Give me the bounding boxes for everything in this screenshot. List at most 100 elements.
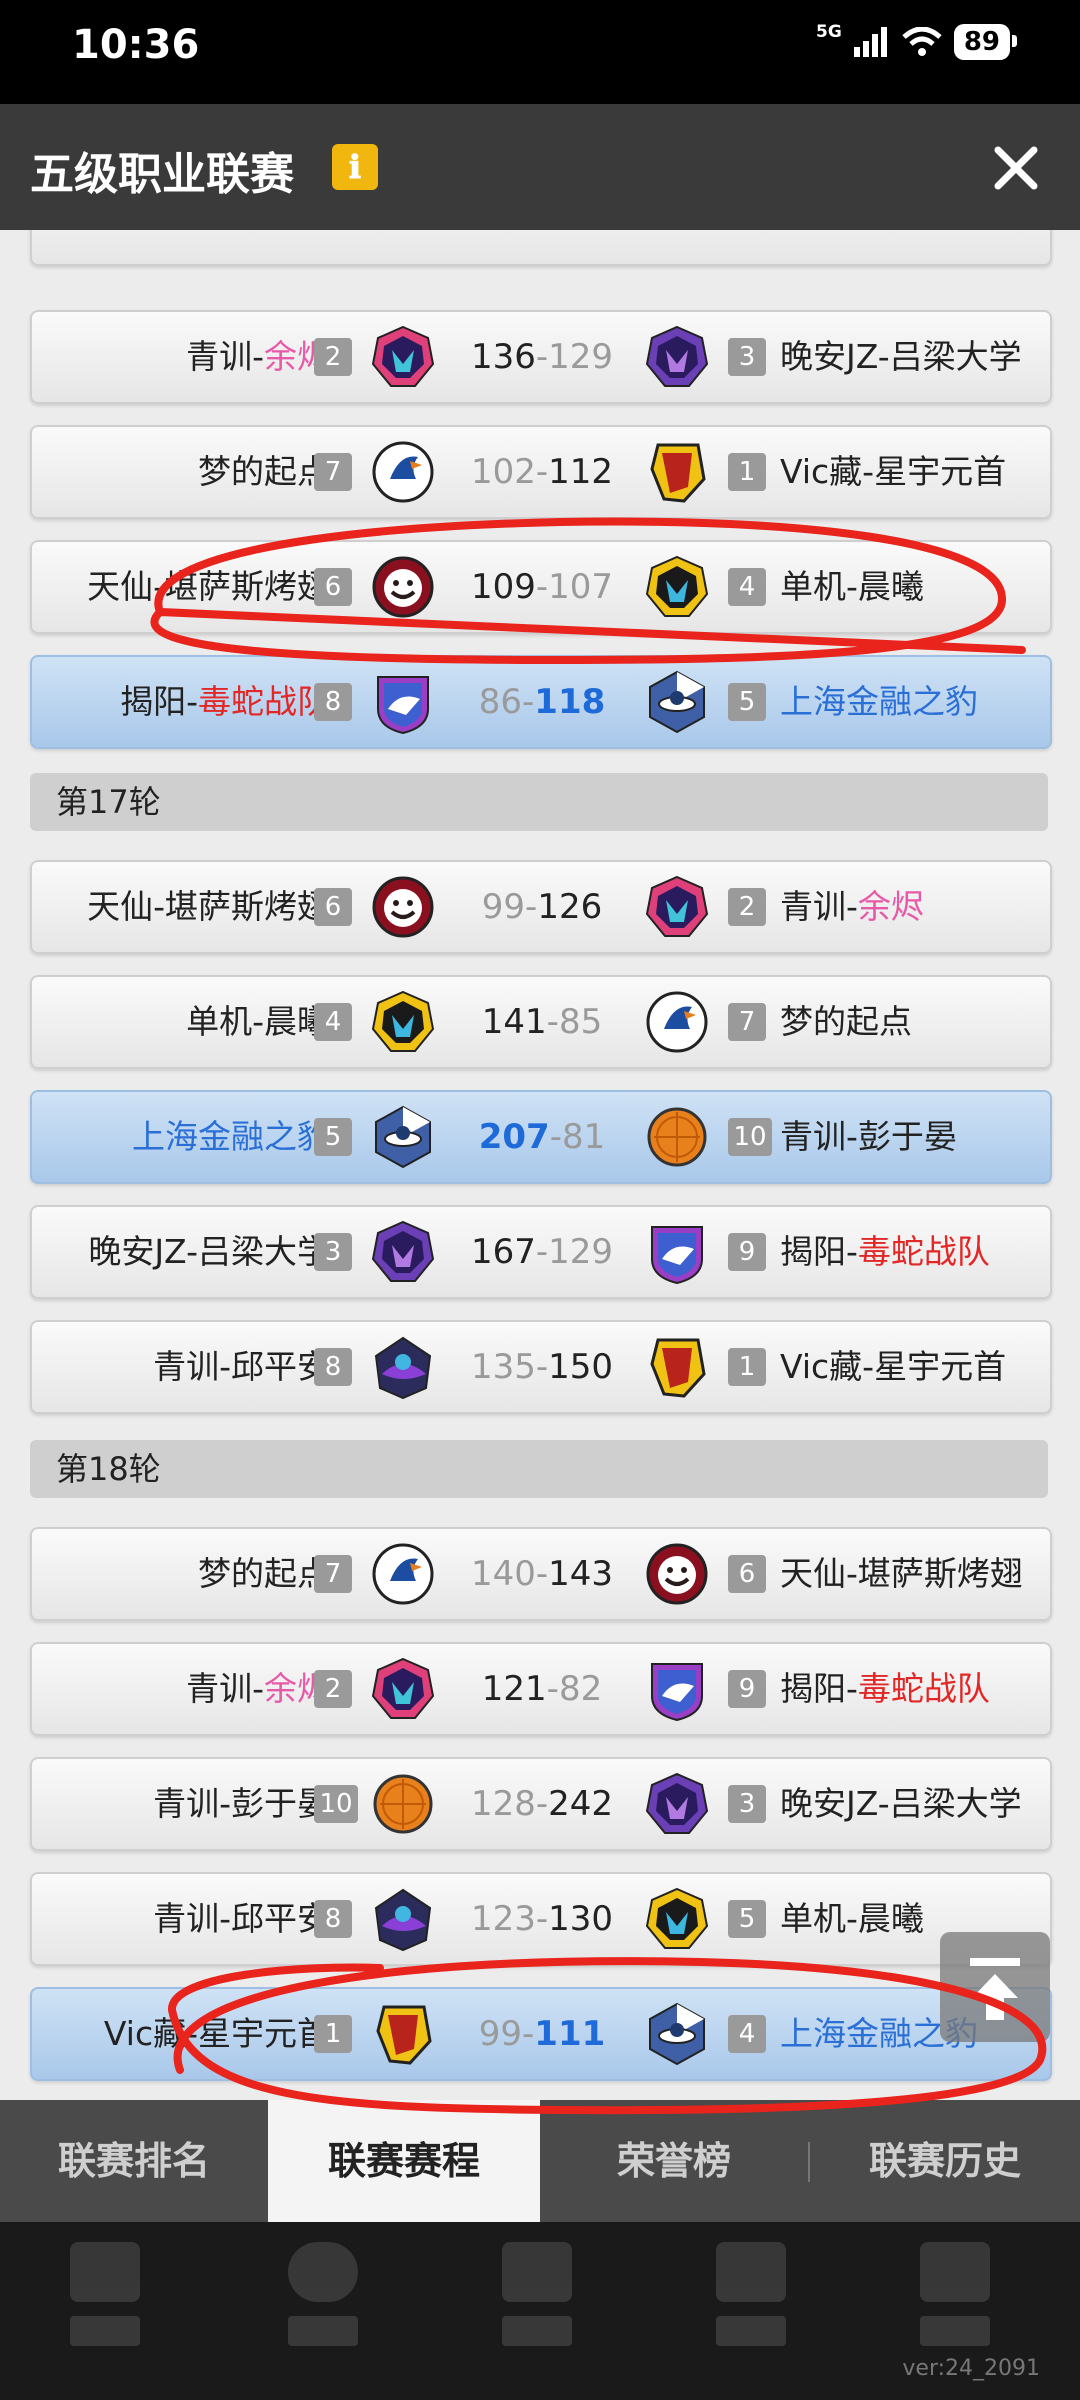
match-row[interactable]: 青训-余烬 2 136-129 3 晚安JZ-吕梁大学 <box>30 310 1052 404</box>
tab-league-history[interactable]: 联赛历史 <box>810 2100 1080 2222</box>
home-rank-badge: 5 <box>314 1118 352 1156</box>
home-team-name: 揭阳-毒蛇战队 <box>120 657 330 747</box>
match-row[interactable]: 天仙-堪萨斯烤翅 6 109-107 4 单机-晨曦 <box>30 540 1052 634</box>
match-row[interactable]: 揭阳-毒蛇战队 8 86-118 5 上海金融之豹 <box>30 655 1052 749</box>
dialog-header: 五级职业联赛 ℹ <box>0 104 1080 230</box>
match-score: 128-242 <box>462 1759 622 1849</box>
match-row-partial <box>30 230 1052 266</box>
away-team-logo-icon[interactable] <box>644 2001 710 2067</box>
away-team-logo-icon[interactable] <box>644 439 710 505</box>
home-rank-badge: 7 <box>314 1555 352 1593</box>
away-score: 130 <box>548 1899 614 1939</box>
home-team-logo-icon[interactable] <box>370 324 436 390</box>
match-row[interactable]: 单机-晨曦 4 141-85 7 梦的起点 <box>30 975 1052 1069</box>
status-bar: 10:36 5G 89 <box>0 0 1080 104</box>
home-team-logo-icon[interactable] <box>370 1886 436 1952</box>
home-rank-badge: 6 <box>314 888 352 926</box>
score-separator: - <box>535 452 549 492</box>
home-team-logo-icon[interactable] <box>370 1334 436 1400</box>
home-team-logo-icon[interactable] <box>370 439 436 505</box>
team-name-part: 单机-晨曦 <box>780 1899 924 1938</box>
home-team-logo-icon[interactable] <box>370 1541 436 1607</box>
score-separator: - <box>549 1117 562 1157</box>
home-rank-badge: 2 <box>314 1670 352 1708</box>
network-type: 5G <box>816 22 842 42</box>
away-rank-badge: 3 <box>728 338 766 376</box>
away-team-logo-icon[interactable] <box>644 554 710 620</box>
home-team-logo-icon[interactable] <box>370 1771 436 1837</box>
away-rank-badge: 9 <box>728 1233 766 1271</box>
match-row[interactable]: 青训-彭于晏 10 128-242 3 晚安JZ-吕梁大学 <box>30 1757 1052 1851</box>
away-rank-badge: 4 <box>728 568 766 606</box>
home-team-logo-icon[interactable] <box>370 989 436 1055</box>
away-rank-badge: 10 <box>728 1118 772 1156</box>
match-row[interactable]: 上海金融之豹 5 207-81 10 青训-彭于晏 <box>30 1090 1052 1184</box>
status-time: 10:36 <box>72 22 200 68</box>
version-label: ver:24_2091 <box>902 2356 1040 2381</box>
match-row[interactable]: 青训-余烬 2 121-82 9 揭阳-毒蛇战队 <box>30 1642 1052 1736</box>
home-team-logo-icon[interactable] <box>370 669 436 735</box>
tab-honor-roll[interactable]: 荣誉榜 <box>540 2100 808 2222</box>
away-team-name: 天仙-堪萨斯烤翅 <box>780 1529 1023 1619</box>
nav-item-faded <box>50 2242 160 2382</box>
away-team-logo-icon[interactable] <box>644 1219 710 1285</box>
away-team-logo-icon[interactable] <box>644 874 710 940</box>
schedule-list[interactable]: 青训-余烬 2 136-129 3 晚安JZ-吕梁大学 梦的起点 7 102-1… <box>0 230 1080 2100</box>
match-row[interactable]: 青训-邱平安 8 123-130 5 单机-晨曦 <box>30 1872 1052 1966</box>
team-name-part: 青训- <box>186 337 264 376</box>
home-score: 99 <box>478 2014 522 2054</box>
info-icon[interactable]: ℹ <box>332 144 378 190</box>
home-team-name: 青训-彭于晏 <box>153 1759 330 1849</box>
away-rank-badge: 1 <box>728 1348 766 1386</box>
match-score: 99-111 <box>462 1989 622 2079</box>
team-name-part: 晚安JZ-吕梁大学 <box>780 337 1022 376</box>
match-row[interactable]: 梦的起点 7 140-143 6 天仙-堪萨斯烤翅 <box>30 1527 1052 1621</box>
away-team-name: 青训-彭于晏 <box>780 1092 957 1182</box>
home-team-logo-icon[interactable] <box>370 1104 436 1170</box>
home-team-logo-icon[interactable] <box>370 554 436 620</box>
away-team-logo-icon[interactable] <box>644 1541 710 1607</box>
match-row[interactable]: 青训-邱平安 8 135-150 1 Vic藏-星宇元首 <box>30 1320 1052 1414</box>
team-name-part: 梦的起点 <box>780 1002 912 1041</box>
team-name-part: 晚安JZ-吕梁大学 <box>780 1784 1022 1823</box>
score-separator: - <box>535 1784 549 1824</box>
away-rank-badge: 6 <box>728 1555 766 1593</box>
score-separator: - <box>546 1002 559 1042</box>
scroll-top-button[interactable] <box>940 1932 1050 2042</box>
away-score: 143 <box>548 1554 614 1594</box>
away-score: 126 <box>537 887 603 927</box>
away-rank-badge: 4 <box>728 2015 766 2053</box>
away-team-logo-icon[interactable] <box>644 1104 710 1170</box>
home-team-logo-icon[interactable] <box>370 1219 436 1285</box>
match-row[interactable]: 天仙-堪萨斯烤翅 6 99-126 2 青训-余烬 <box>30 860 1052 954</box>
home-team-logo-icon[interactable] <box>370 874 436 940</box>
match-row[interactable]: 晚安JZ-吕梁大学 3 167-129 9 揭阳-毒蛇战队 <box>30 1205 1052 1299</box>
team-name-part: 毒蛇战队 <box>857 1232 990 1271</box>
away-team-logo-icon[interactable] <box>644 1886 710 1952</box>
tab-bar: 联赛排名 联赛赛程 荣誉榜 联赛历史 <box>0 2100 1080 2222</box>
away-team-logo-icon[interactable] <box>644 669 710 735</box>
home-score: 140 <box>470 1554 536 1594</box>
away-team-logo-icon[interactable] <box>644 1656 710 1722</box>
away-team-logo-icon[interactable] <box>644 1771 710 1837</box>
away-team-logo-icon[interactable] <box>644 324 710 390</box>
home-team-logo-icon[interactable] <box>370 1656 436 1722</box>
home-score: 167 <box>470 1232 536 1272</box>
home-team-logo-icon[interactable] <box>370 2001 436 2067</box>
team-name-part: Vic藏-星宇元首 <box>103 2014 330 2053</box>
match-row[interactable]: 梦的起点 7 102-112 1 Vic藏-星宇元首 <box>30 425 1052 519</box>
tab-league-schedule[interactable]: 联赛赛程 <box>268 2100 540 2222</box>
tab-league-ranking[interactable]: 联赛排名 <box>0 2100 268 2222</box>
home-score: 102 <box>470 452 536 492</box>
away-team-logo-icon[interactable] <box>644 989 710 1055</box>
signal-icon <box>853 27 887 57</box>
status-icons: 5G 89 <box>816 22 1018 60</box>
away-rank-badge: 2 <box>728 888 766 926</box>
match-score: 109-107 <box>462 542 622 632</box>
match-row[interactable]: Vic藏-星宇元首 1 99-111 4 上海金融之豹 <box>30 1987 1052 2081</box>
team-name-part: 青训- <box>780 887 858 926</box>
home-team-name: 青训-余烬 <box>186 312 330 402</box>
score-separator: - <box>522 2014 535 2054</box>
away-team-logo-icon[interactable] <box>644 1334 710 1400</box>
close-icon[interactable] <box>988 140 1044 196</box>
